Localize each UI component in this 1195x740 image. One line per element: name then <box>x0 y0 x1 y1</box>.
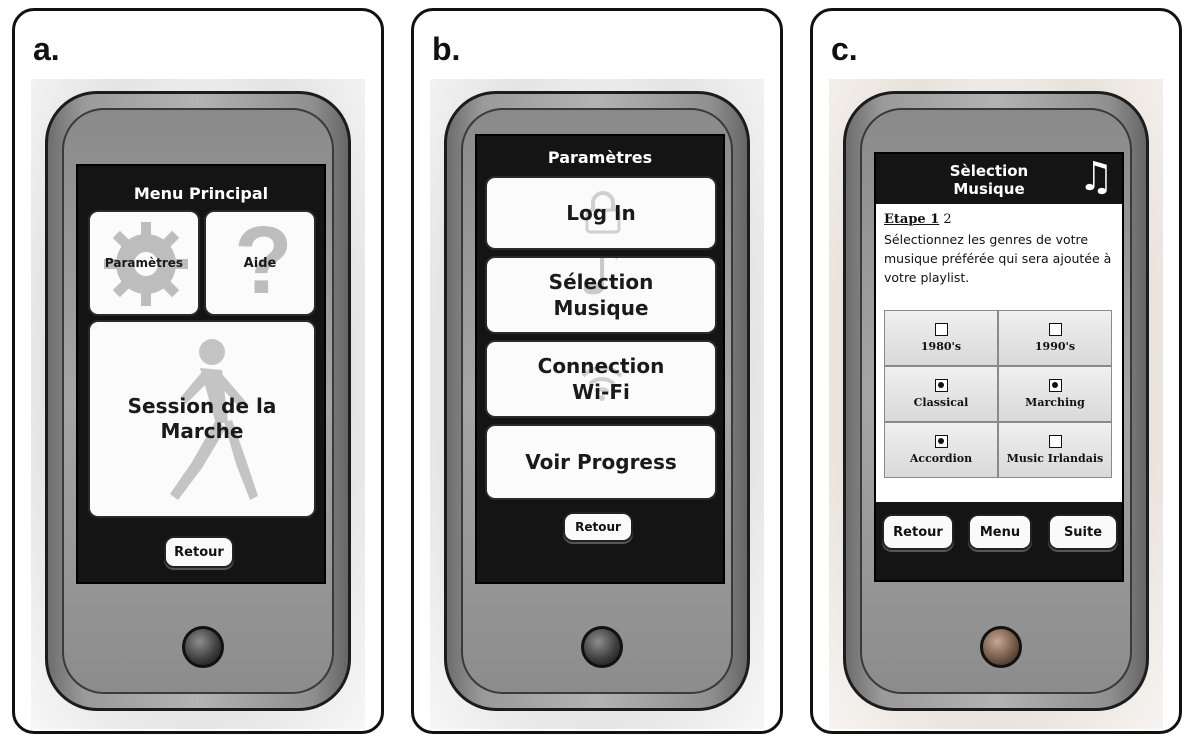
phone-screen: Sèlection Musique ♫ Etape 1 2 Sélectionn… <box>874 152 1124 582</box>
panel-c: c. Sèlection Musique ♫ Etape 1 2 Sélecti… <box>810 8 1182 734</box>
genre-option[interactable]: Music Irlandais <box>998 422 1112 478</box>
genre-label: Classical <box>913 396 969 409</box>
genre-label: Marching <box>1025 396 1085 409</box>
content-area: Etape 1 2 Sélectionnez les genres de vot… <box>876 204 1122 502</box>
next-button[interactable]: Suite <box>1048 514 1118 550</box>
checkbox-icon[interactable] <box>934 323 948 336</box>
panel-label: b. <box>432 31 461 67</box>
settings-label: Paramètres <box>104 256 184 270</box>
genre-option[interactable]: 1990's <box>998 310 1112 366</box>
help-tile[interactable]: ? Aide <box>204 210 316 316</box>
screen-title: Menu Principal <box>133 184 269 203</box>
checkbox-icon[interactable] <box>1048 379 1062 392</box>
genre-label: Music Irlandais <box>1006 452 1104 465</box>
login-label: Log In <box>566 201 636 225</box>
back-button[interactable]: Retour <box>882 514 954 550</box>
next-step[interactable]: 2 <box>943 212 951 227</box>
instructions-text: Sélectionnez les genres de votre musique… <box>884 232 1112 285</box>
checkbox-icon[interactable] <box>934 435 948 448</box>
menu-button[interactable]: Menu <box>968 514 1032 550</box>
screen-title: Sèlection Musique <box>949 162 1029 198</box>
panel-label: a. <box>33 31 60 67</box>
genre-label: 1990's <box>1034 340 1076 353</box>
checkbox-icon[interactable] <box>1048 435 1062 448</box>
music-selection-label: Sélection Musique <box>548 270 654 320</box>
view-progress-button[interactable]: Voir Progress <box>485 424 717 500</box>
wifi-connection-button[interactable]: Connection Wi-Fi <box>485 340 717 418</box>
genre-label: 1980's <box>920 340 962 353</box>
panel-a: a. Menu Principal Paramètres ? Aide Sess… <box>12 8 384 734</box>
checkbox-icon[interactable] <box>934 379 948 392</box>
back-button[interactable]: Retour <box>563 512 633 542</box>
panel-b: b. Paramètres Log In ♪ Sélection Musique <box>411 8 783 734</box>
login-button[interactable]: Log In <box>485 176 717 250</box>
walking-session-tile[interactable]: Session de la Marche <box>88 320 316 518</box>
phone-frame: Paramètres Log In ♪ Sélection Musique Co… <box>444 91 750 711</box>
phone-screen: Menu Principal Paramètres ? Aide Session… <box>76 164 326 584</box>
phone-screen: Paramètres Log In ♪ Sélection Musique Co… <box>475 134 725 584</box>
wifi-connection-label: Connection Wi-Fi <box>537 354 665 404</box>
genre-option[interactable]: Marching <box>998 366 1112 422</box>
step-indicator: Etape 1 2 <box>884 212 952 227</box>
home-button[interactable] <box>581 626 623 668</box>
genre-option[interactable]: Accordion <box>884 422 998 478</box>
help-label: Aide <box>243 255 277 271</box>
view-progress-label: Voir Progress <box>525 450 677 474</box>
home-button[interactable] <box>980 626 1022 668</box>
phone-frame: Sèlection Musique ♫ Etape 1 2 Sélectionn… <box>843 91 1149 711</box>
settings-tile[interactable]: Paramètres <box>88 210 200 316</box>
genre-option[interactable]: Classical <box>884 366 998 422</box>
session-label: Session de la Marche <box>127 394 277 443</box>
home-button[interactable] <box>182 626 224 668</box>
genre-option[interactable]: 1980's <box>884 310 998 366</box>
music-note-icon: ♫ <box>1078 154 1114 200</box>
panel-label: c. <box>831 31 858 67</box>
back-button[interactable]: Retour <box>164 536 234 568</box>
phone-frame: Menu Principal Paramètres ? Aide Session… <box>45 91 351 711</box>
current-step: Etape 1 <box>884 212 940 227</box>
screen-title: Paramètres <box>547 148 653 167</box>
genre-label: Accordion <box>909 452 973 465</box>
checkbox-icon[interactable] <box>1048 323 1062 336</box>
music-selection-button[interactable]: ♪ Sélection Musique <box>485 256 717 334</box>
